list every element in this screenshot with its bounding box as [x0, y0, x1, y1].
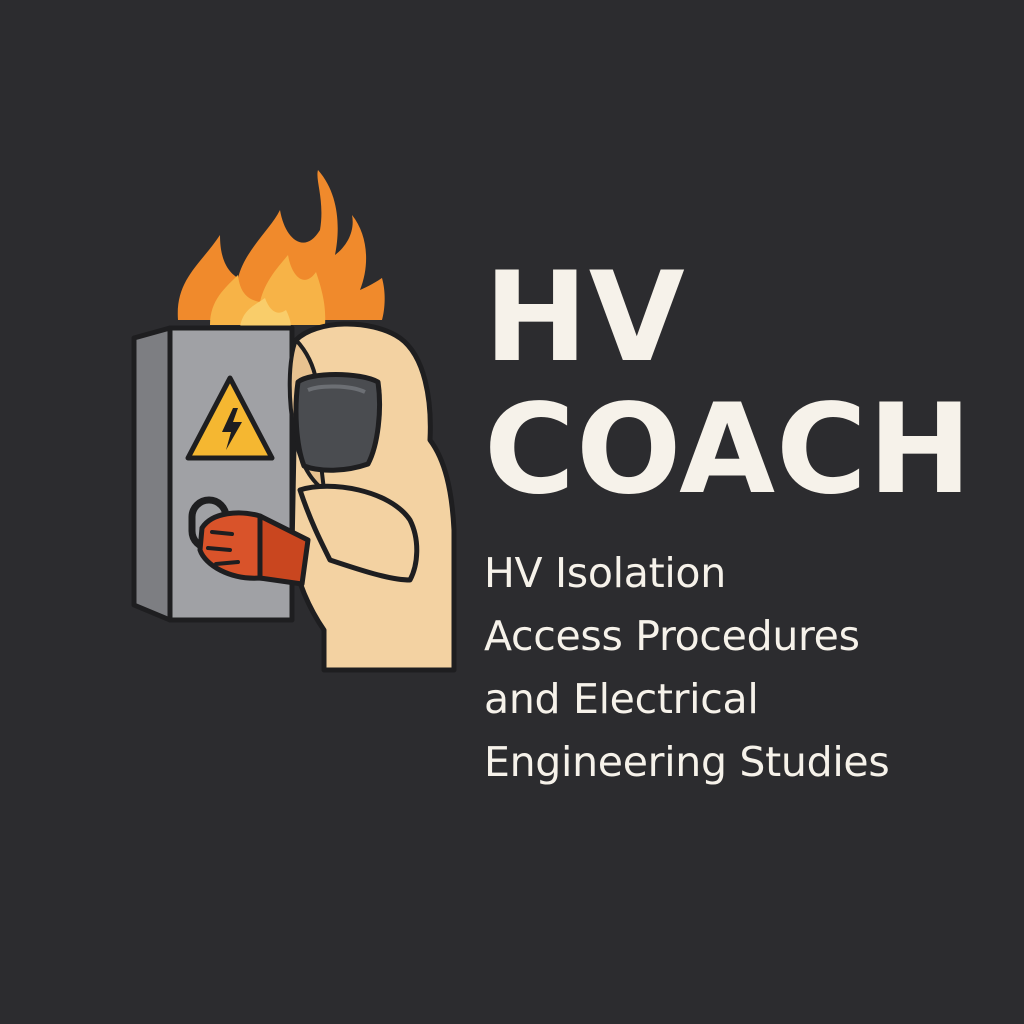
- tagline-line-2: Access Procedures: [484, 612, 860, 660]
- flame-icon: [177, 170, 385, 330]
- logo-title-line-1: HV: [484, 246, 686, 390]
- tagline-line-4: Engineering Studies: [484, 738, 890, 786]
- logo-canvas: HV COACH HV Isolation Access Procedures …: [0, 0, 1024, 1024]
- tagline-line-3: and Electrical: [484, 675, 759, 723]
- hv-worker-illustration: [131, 170, 457, 673]
- brand-text-block: HV COACH HV Isolation Access Procedures …: [484, 252, 1004, 794]
- tagline: HV Isolation Access Procedures and Elect…: [484, 542, 1004, 794]
- logo-title-line-2: COACH: [484, 378, 973, 522]
- tagline-line-1: HV Isolation: [484, 549, 726, 597]
